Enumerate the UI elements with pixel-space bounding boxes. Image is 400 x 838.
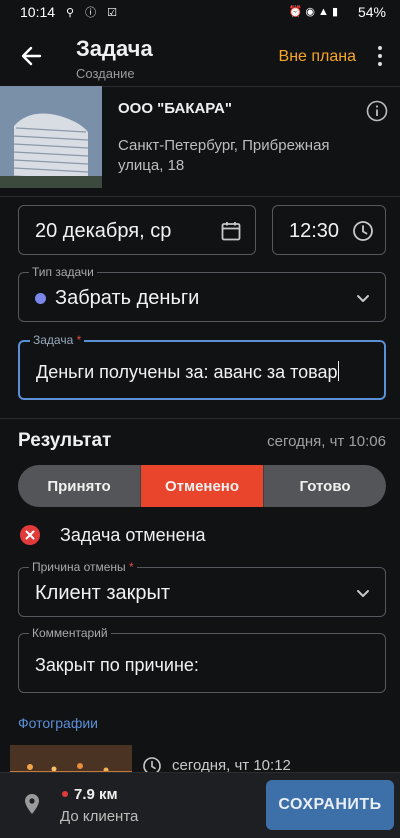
chevron-down-icon[interactable]: [355, 290, 371, 306]
distance-value: 7.9 км: [74, 786, 118, 803]
cancel-reason-select[interactable]: Причина отмены * Клиент закрыт: [18, 560, 386, 617]
page-subtitle: Создание: [76, 66, 135, 81]
result-option-accepted[interactable]: Принято: [18, 465, 140, 507]
result-timestamp: сегодня, чт 10:06: [267, 433, 386, 450]
more-menu-icon[interactable]: [374, 46, 386, 68]
calendar-icon[interactable]: [219, 219, 243, 243]
notification-icons: ⚲ ⓘ ☑: [66, 7, 122, 19]
text-cursor: [337, 361, 340, 381]
info-icon[interactable]: [366, 100, 388, 122]
result-option-done[interactable]: Готово: [264, 465, 386, 507]
back-arrow-icon[interactable]: [18, 42, 46, 70]
bottom-bar: 7.9 км До клиента СОХРАНИТЬ: [0, 772, 400, 838]
chevron-down-icon[interactable]: [355, 585, 371, 601]
location-pin-icon: [24, 793, 40, 815]
signal-icons: ⏰ ◉ ▲ ▮: [288, 6, 338, 18]
result-segmented-control: Принято Отменено Готово: [18, 465, 386, 507]
save-button[interactable]: СОХРАНИТЬ: [266, 780, 394, 830]
status-bar: 10:14 ⚲ ⓘ ☑ ⏰ ◉ ▲ ▮ 54%: [0, 0, 400, 24]
divider: [0, 418, 400, 419]
result-title: Результат: [18, 430, 112, 451]
comment-label: Комментарий: [29, 626, 111, 640]
result-option-cancelled[interactable]: Отменено: [141, 465, 263, 507]
task-type-label: Тип задачи: [29, 265, 97, 279]
task-type-dot: [35, 293, 46, 304]
clock-icon[interactable]: [351, 219, 375, 243]
off-plan-badge[interactable]: Вне плана: [279, 48, 356, 66]
distance-status-dot: [62, 791, 68, 797]
client-photo: [0, 86, 102, 188]
time-field[interactable]: 12:30: [272, 205, 386, 255]
task-type-value: Забрать деньги: [55, 287, 200, 309]
client-name: ООО "БАКАРА": [118, 100, 232, 117]
cancel-reason-value: Клиент закрыт: [35, 582, 171, 604]
client-address: Санкт-Петербург, Прибрежная улица, 18: [118, 137, 330, 174]
photo-thumbnail[interactable]: [10, 745, 132, 775]
distance-label: До клиента: [60, 808, 139, 825]
photos-label[interactable]: Фотографии: [18, 715, 98, 731]
cancel-status-text: Задача отменена: [60, 525, 206, 545]
task-input[interactable]: Задача * Деньги получены за: аванс за то…: [18, 333, 386, 400]
time-value: 12:30: [289, 220, 340, 242]
comment-input[interactable]: Комментарий Закрыт по причине:: [18, 626, 386, 693]
status-time: 10:14: [20, 4, 56, 20]
page-title: Задача: [76, 36, 153, 61]
task-label: Задача *: [30, 333, 85, 347]
comment-value: Закрыт по причине:: [35, 655, 199, 675]
cancel-reason-label: Причина отмены *: [29, 560, 137, 574]
date-value: 20 декабря, ср: [35, 220, 172, 242]
date-field[interactable]: 20 декабря, ср: [18, 205, 256, 255]
task-type-select[interactable]: Тип задачи Забрать деньги: [18, 265, 386, 322]
battery-level: 54%: [357, 4, 386, 20]
task-value: Деньги получены за: аванс за товар: [36, 361, 340, 382]
cancel-circle-icon: [20, 525, 40, 545]
divider: [0, 196, 400, 197]
